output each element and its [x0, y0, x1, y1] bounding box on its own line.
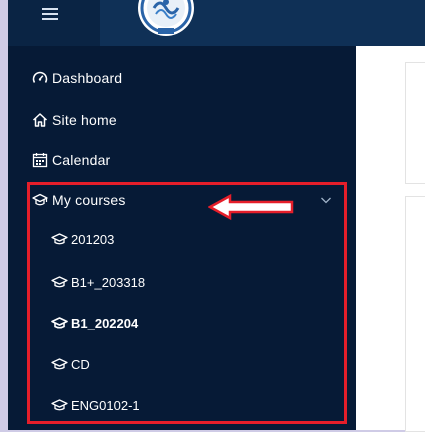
course-item-0[interactable]: 201203 — [51, 232, 114, 247]
top-navbar — [8, 0, 425, 46]
menu-toggle-area — [8, 0, 100, 46]
nav-label-site-home: Site home — [52, 112, 117, 128]
graduation-cap-icon — [51, 276, 68, 288]
sidebar-drawer: Dashboard Site home Calendar My courses — [8, 46, 356, 430]
content-card — [405, 62, 425, 184]
chevron-down-icon[interactable] — [320, 195, 332, 205]
course-label: ENG0102-1 — [71, 398, 140, 413]
graduation-cap-icon — [32, 193, 48, 206]
speedometer-icon — [32, 71, 48, 83]
annotation-arrow-icon — [208, 193, 294, 221]
nav-item-site-home[interactable]: Site home — [32, 112, 117, 128]
nav-item-my-courses[interactable]: My courses — [32, 192, 126, 208]
calendar-icon — [32, 153, 48, 168]
course-label: CD — [71, 357, 90, 372]
course-label: B1_202204 — [71, 316, 139, 331]
nav-item-calendar[interactable]: Calendar — [32, 152, 110, 168]
hamburger-icon[interactable] — [42, 8, 58, 20]
graduation-cap-icon — [51, 399, 68, 411]
course-item-4[interactable]: ENG0102-1 — [51, 398, 140, 413]
content-card — [405, 196, 425, 432]
course-label: B1+_203318 — [71, 275, 146, 290]
graduation-cap-icon — [51, 358, 68, 370]
nav-label-calendar: Calendar — [52, 152, 111, 168]
course-item-2[interactable]: B1_202204 — [51, 316, 138, 331]
nav-item-dashboard[interactable]: Dashboard — [32, 70, 122, 86]
home-icon — [32, 113, 48, 127]
nav-label-dashboard: Dashboard — [52, 70, 123, 86]
course-item-3[interactable]: CD — [51, 357, 90, 372]
course-item-1[interactable]: B1+_203318 — [51, 275, 145, 290]
course-label: 201203 — [71, 232, 115, 247]
nav-label-my-courses: My courses — [52, 192, 126, 208]
graduation-cap-icon — [51, 233, 68, 245]
site-logo[interactable] — [132, 0, 200, 38]
graduation-cap-icon — [51, 317, 68, 329]
